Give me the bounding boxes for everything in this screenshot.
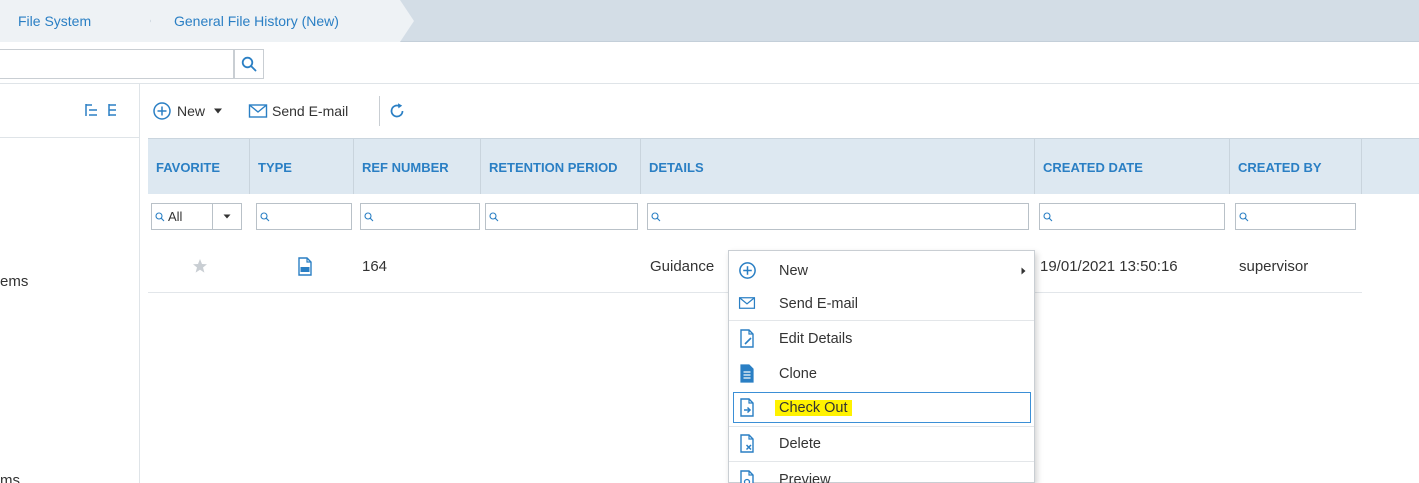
- breadcrumb-item-file-system[interactable]: File System: [0, 0, 150, 42]
- column-header-retention-period[interactable]: RETENTION PERIOD: [481, 139, 641, 195]
- breadcrumb: General File History (New) File System: [0, 0, 1419, 42]
- new-button[interactable]: New: [152, 84, 223, 138]
- column-header-label: TYPE: [258, 159, 292, 175]
- context-menu-item-label: Send E-mail: [779, 295, 858, 312]
- search-icon: [241, 56, 257, 72]
- context-menu-item-send-email[interactable]: Send E-mail: [729, 286, 1034, 321]
- chevron-down-icon: [214, 108, 223, 114]
- chevron-right-icon: [1021, 267, 1026, 275]
- favorite-filter-select[interactable]: All: [151, 203, 213, 230]
- ref-number-cell: 164: [362, 257, 388, 275]
- edit-document-icon: [737, 328, 757, 348]
- plus-circle-icon: [153, 102, 171, 120]
- tree-panel: ems ms: [0, 84, 140, 483]
- column-header-type[interactable]: TYPE: [250, 139, 354, 195]
- column-header-favorite[interactable]: FAVORITE: [148, 139, 250, 195]
- search-icon: [364, 211, 374, 221]
- preview-document-icon: [737, 469, 757, 483]
- send-email-label: Send E-mail: [272, 103, 349, 119]
- search-icon: [260, 211, 270, 221]
- breadcrumb-arrow: [400, 0, 414, 42]
- type-filter-input[interactable]: [256, 203, 352, 230]
- breadcrumb-arrow: [136, 0, 150, 42]
- grid-filter-row: All: [148, 194, 1419, 239]
- created-by-filter-input[interactable]: [1235, 203, 1356, 230]
- collapse-tree-icon[interactable]: [107, 103, 121, 120]
- search-icon: [155, 211, 165, 221]
- column-header-label: FAVORITE: [156, 159, 221, 175]
- search-input[interactable]: [0, 49, 234, 79]
- context-menu-item-check-out[interactable]: Check Out: [729, 390, 1034, 425]
- breadcrumb-item-general-file-history[interactable]: General File History (New): [150, 0, 400, 42]
- refresh-icon: [390, 103, 404, 118]
- pdf-icon: [298, 256, 312, 276]
- context-menu-item-clone[interactable]: Clone: [729, 356, 1034, 391]
- chevron-down-icon: [223, 214, 231, 219]
- star-icon: [193, 259, 207, 273]
- context-menu-item-preview[interactable]: Preview: [729, 462, 1034, 483]
- created-date-filter-input[interactable]: [1039, 203, 1225, 230]
- search-bar: [0, 42, 1419, 84]
- send-email-button[interactable]: Send E-mail: [248, 84, 348, 138]
- ref-number-filter-input[interactable]: [360, 203, 480, 230]
- context-menu-item-label: Preview: [779, 471, 831, 483]
- created-date-cell: 19/01/2021 13:50:16: [1040, 257, 1178, 275]
- context-menu: New Send E-mail Edit Details Clone Check…: [728, 250, 1035, 483]
- column-header-ref-number[interactable]: REF NUMBER: [354, 139, 481, 195]
- column-header-label: REF NUMBER: [362, 159, 449, 175]
- search-button[interactable]: [234, 49, 264, 79]
- column-header-label: CREATED DATE: [1043, 159, 1143, 175]
- retention-period-filter-input[interactable]: [485, 203, 638, 230]
- refresh-button[interactable]: [388, 84, 406, 138]
- column-header-label: DETAILS: [649, 159, 704, 175]
- details-cell: Guidance: [650, 257, 715, 275]
- context-menu-item-label: Check Out: [775, 399, 852, 416]
- tree-item-label[interactable]: ms: [0, 472, 20, 483]
- column-header-label: RETENTION PERIOD: [489, 159, 618, 175]
- envelope-icon: [737, 293, 757, 313]
- file-type-cell: [297, 239, 313, 293]
- tree-item-label[interactable]: ems: [0, 273, 28, 290]
- plus-circle-icon: [737, 260, 757, 280]
- search-icon: [651, 211, 661, 221]
- context-menu-item-new[interactable]: New: [729, 253, 1034, 288]
- column-header-created-by[interactable]: CREATED BY: [1230, 139, 1362, 195]
- context-menu-item-label: Edit Details: [779, 330, 853, 347]
- toolbar-divider: [379, 96, 380, 126]
- search-icon: [489, 211, 499, 221]
- context-menu-item-label: Clone: [779, 365, 817, 382]
- details-filter-input[interactable]: [647, 203, 1029, 230]
- delete-document-icon: [737, 433, 757, 453]
- grid-header: FAVORITE TYPE REF NUMBER RETENTION PERIO…: [148, 138, 1419, 195]
- breadcrumb-label: File System: [18, 13, 92, 29]
- favorite-filter-dropdown-button[interactable]: [212, 203, 242, 230]
- checkout-document-icon: [737, 397, 757, 417]
- column-header-details[interactable]: DETAILS: [641, 139, 1035, 195]
- envelope-icon: [248, 104, 268, 118]
- context-menu-item-edit-details[interactable]: Edit Details: [729, 321, 1034, 356]
- favorite-filter-value: All: [168, 209, 183, 224]
- clone-document-icon: [737, 363, 757, 383]
- context-menu-item-label: Delete: [779, 435, 821, 452]
- context-menu-item-delete[interactable]: Delete: [729, 426, 1034, 461]
- column-header-label: CREATED BY: [1238, 159, 1322, 175]
- new-button-label: New: [177, 103, 206, 119]
- column-header-created-date[interactable]: CREATED DATE: [1035, 139, 1230, 195]
- expand-tree-icon[interactable]: [84, 103, 100, 120]
- grid-toolbar: New Send E-mail: [148, 84, 1419, 138]
- favorite-toggle[interactable]: [192, 239, 208, 293]
- search-icon: [1239, 211, 1249, 221]
- tree-toolbar: [0, 84, 140, 138]
- breadcrumb-label: General File History (New): [174, 13, 339, 29]
- search-icon: [1043, 211, 1053, 221]
- context-menu-item-label: New: [779, 262, 809, 279]
- created-by-cell: supervisor: [1239, 257, 1309, 275]
